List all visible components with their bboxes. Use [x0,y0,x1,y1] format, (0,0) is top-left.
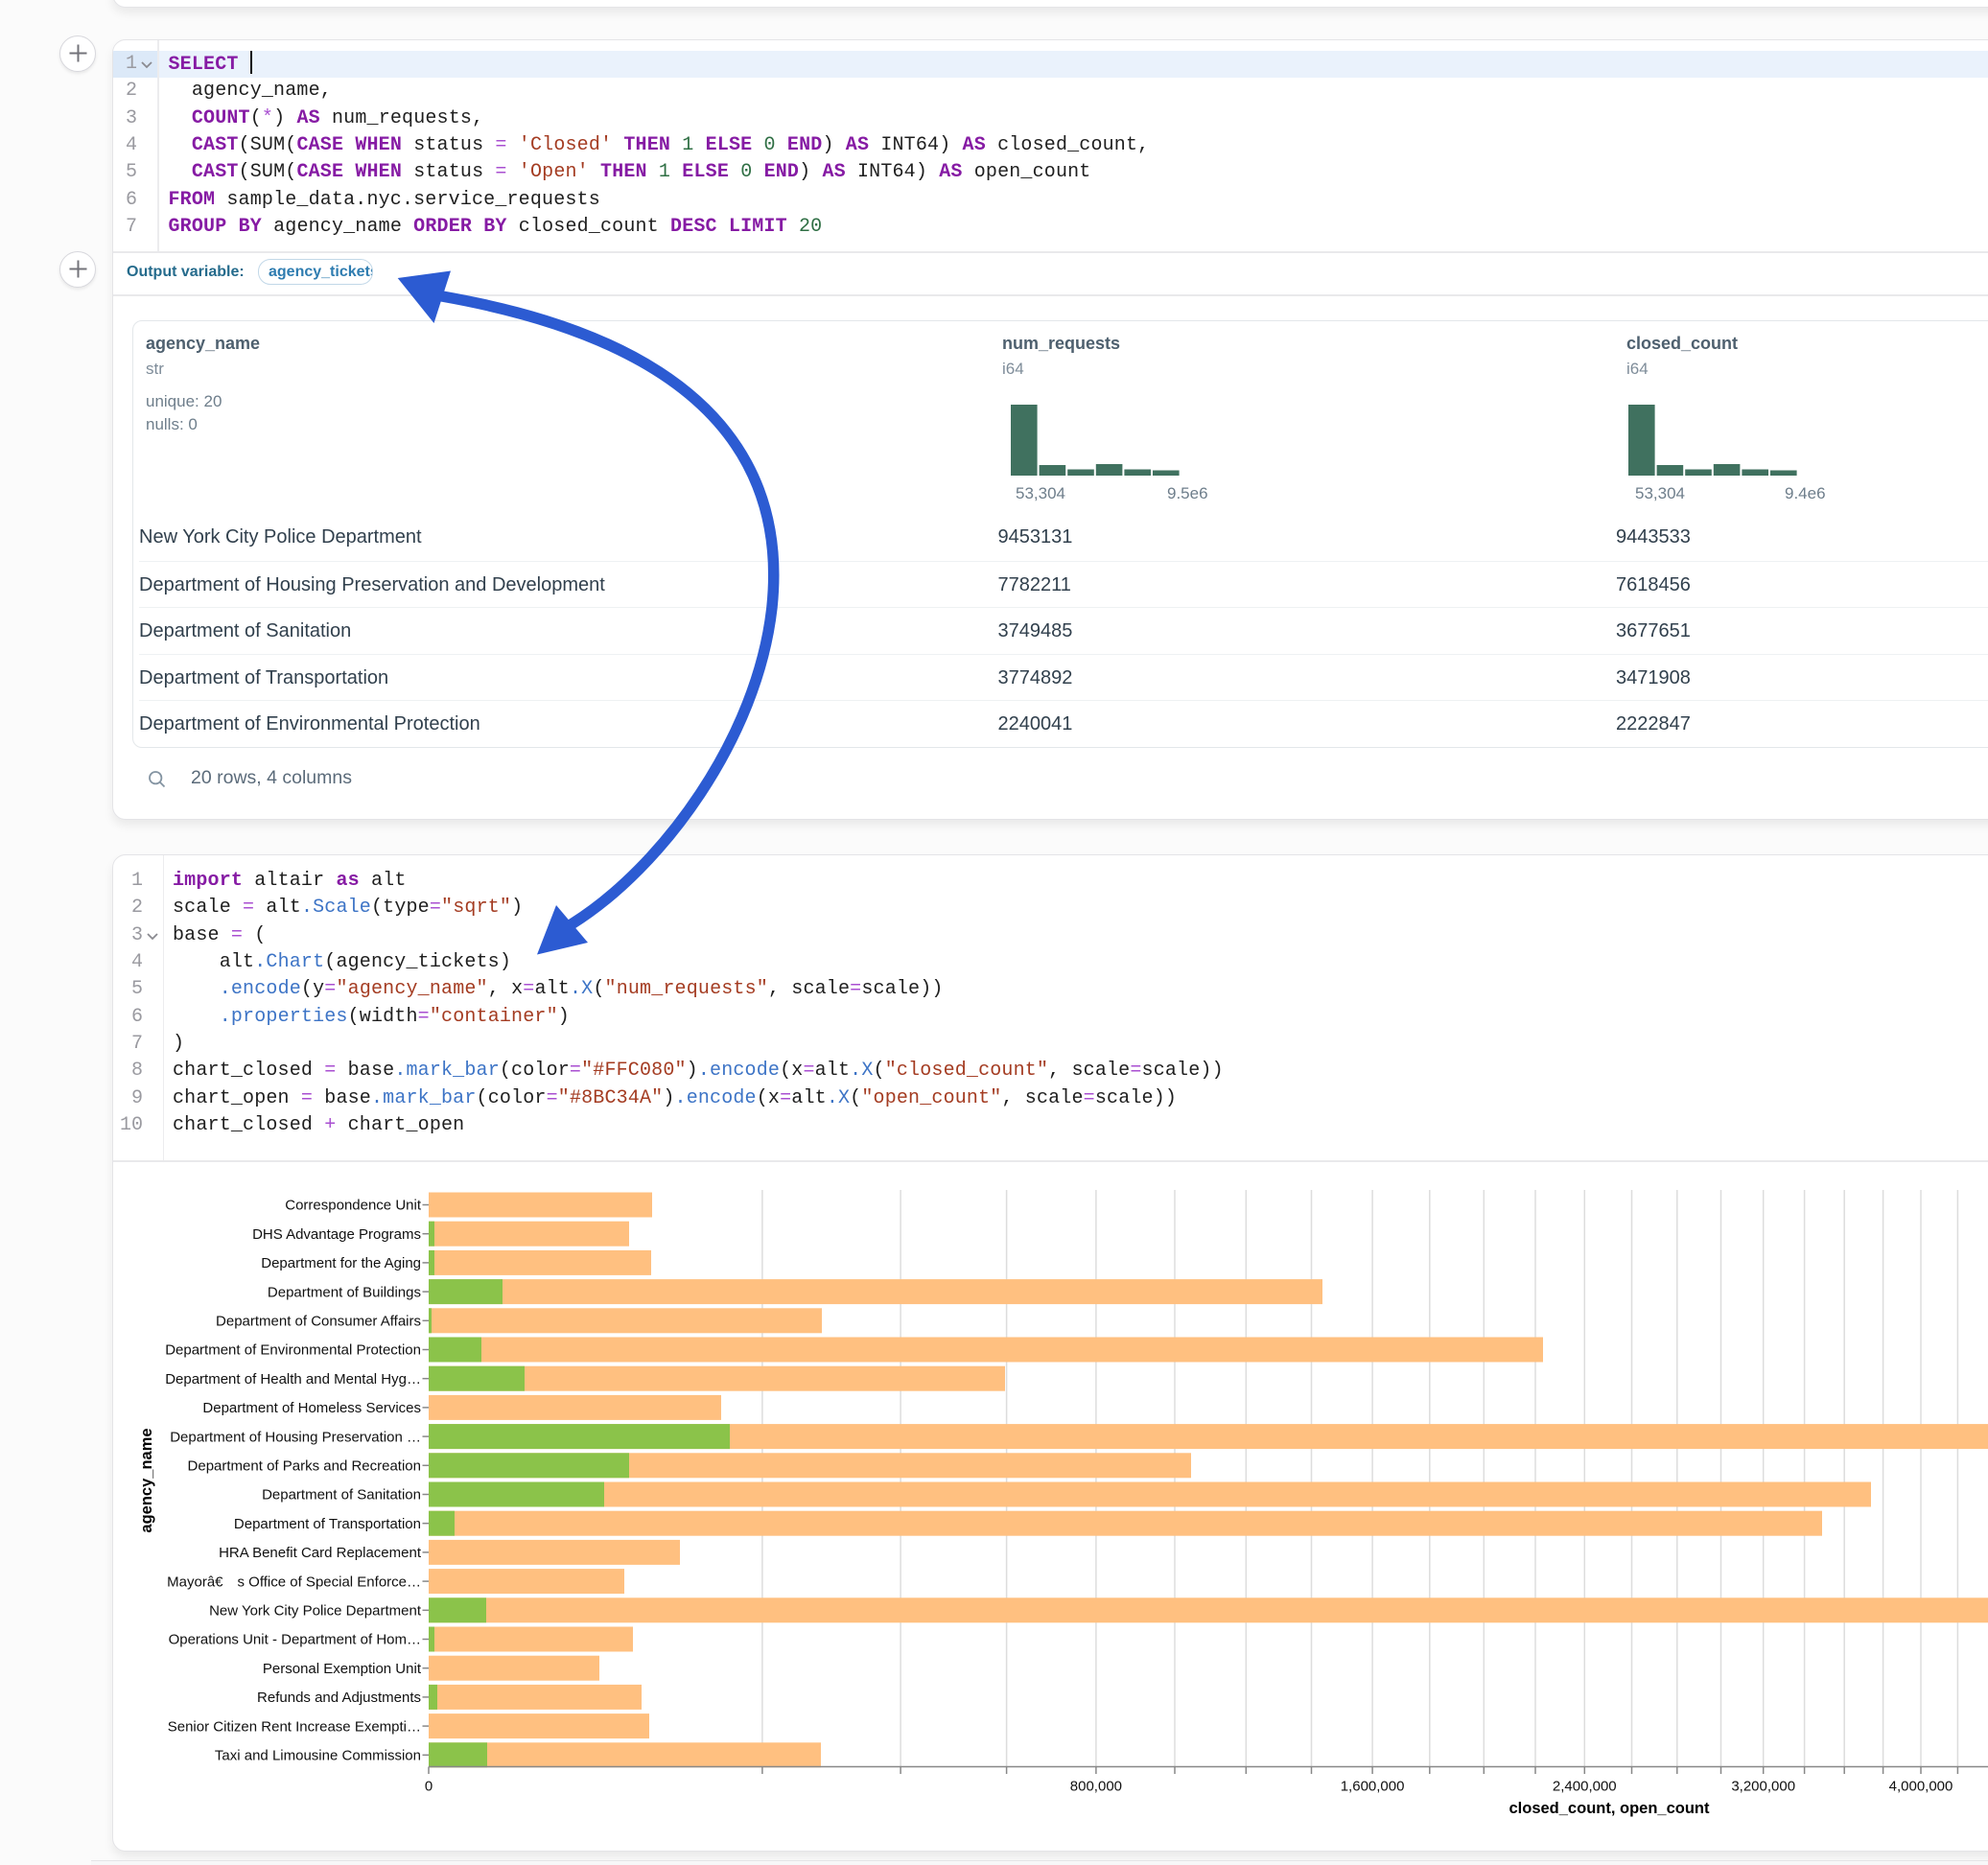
svg-text:Taxi and Limousine Commission: Taxi and Limousine Commission [215,1748,421,1764]
svg-text:Department of Sanitation: Department of Sanitation [262,1487,421,1504]
svg-text:Department of Transportation: Department of Transportation [234,1516,421,1532]
svg-text:4,000,000: 4,000,000 [1889,1779,1953,1795]
svg-text:Refunds and Adjustments: Refunds and Adjustments [257,1690,421,1706]
svg-text:Operations Unit - Department o: Operations Unit - Department of Hom… [169,1632,421,1648]
svg-text:Personal Exemption Unit: Personal Exemption Unit [263,1661,422,1677]
svg-text:DHS Advantage Programs: DHS Advantage Programs [252,1226,421,1243]
svg-text:Department of Environmental Pr: Department of Environmental Protection [165,1342,421,1359]
svg-text:closed_count, open_count: closed_count, open_count [1509,1800,1710,1817]
svg-text:Department of Buildings: Department of Buildings [268,1284,421,1300]
svg-text:Department of Homeless Service: Department of Homeless Services [202,1400,421,1416]
svg-text:agency_name: agency_name [138,1428,155,1532]
svg-text:Department for the Aging: Department for the Aging [261,1255,421,1271]
svg-text:Department of Housing Preserva: Department of Housing Preservation … [170,1429,421,1445]
svg-text:HRA Benefit Card Replacement: HRA Benefit Card Replacement [219,1545,422,1561]
svg-text:3,200,000: 3,200,000 [1731,1779,1795,1795]
svg-text:Department of Consumer Affairs: Department of Consumer Affairs [216,1314,421,1330]
svg-text:Mayorâ€ s Office of Special En: Mayorâ€ s Office of Special Enforce… [167,1574,421,1590]
svg-text:Senior Citizen Rent Increase E: Senior Citizen Rent Increase Exempti… [168,1718,421,1735]
svg-text:1,600,000: 1,600,000 [1341,1779,1405,1795]
svg-text:Department of Health and Menta: Department of Health and Mental Hyg… [165,1371,421,1387]
svg-text:Department of Parks and Recrea: Department of Parks and Recreation [188,1458,421,1475]
svg-text:2,400,000: 2,400,000 [1553,1779,1617,1795]
svg-text:New York City Police Departmen: New York City Police Department [209,1603,422,1620]
svg-text:0: 0 [425,1779,433,1795]
svg-text:Correspondence Unit: Correspondence Unit [285,1198,422,1214]
svg-text:800,000: 800,000 [1070,1779,1122,1795]
